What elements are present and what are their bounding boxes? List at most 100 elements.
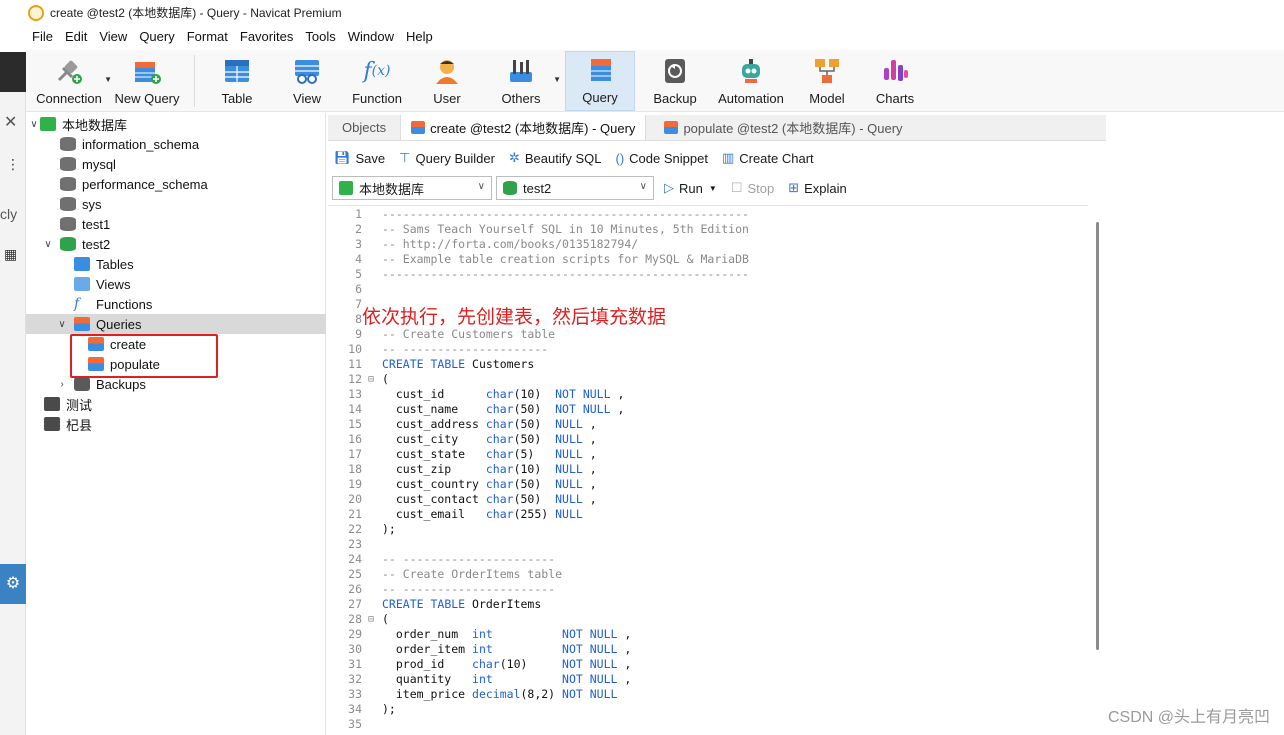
stop-button[interactable]: ☐ Stop bbox=[731, 180, 774, 196]
tree-connection-test[interactable]: 测试 bbox=[26, 394, 326, 414]
query-button[interactable]: Query bbox=[565, 51, 635, 111]
tree-db-test1[interactable]: test1 bbox=[26, 214, 326, 234]
close-icon[interactable]: ✕ bbox=[4, 112, 17, 132]
code-text: -- --------------------- bbox=[382, 342, 549, 356]
chevron-down-icon[interactable]: ▼ bbox=[709, 184, 717, 193]
tab-populate-query[interactable]: populate @test2 (本地数据库) - Query bbox=[654, 115, 912, 140]
database-icon bbox=[60, 177, 76, 191]
editor-scrollbar[interactable] bbox=[1096, 222, 1099, 650]
connection-select-value: 本地数据库 bbox=[359, 181, 425, 197]
tree-db-performance-schema[interactable]: performance_schema bbox=[26, 174, 326, 194]
user-button[interactable]: User bbox=[419, 51, 475, 111]
line-number: 24 bbox=[348, 552, 362, 566]
tree-db-information-schema[interactable]: information_schema bbox=[26, 134, 326, 154]
tree-label: information_schema bbox=[82, 136, 200, 152]
charts-button[interactable]: Charts bbox=[867, 51, 923, 111]
backup-label: Backup bbox=[653, 91, 697, 106]
view-icon bbox=[292, 56, 322, 86]
tree-query-create[interactable]: create bbox=[26, 334, 326, 354]
code-text: ----------------------------------------… bbox=[382, 267, 749, 281]
automation-button[interactable]: Automation bbox=[713, 51, 789, 111]
table-button[interactable]: Table bbox=[209, 51, 265, 111]
tree-views[interactable]: Views bbox=[26, 274, 326, 294]
line-number: 35 bbox=[348, 717, 362, 731]
sql-editor[interactable]: 依次执行，先创建表，然后填充数据 1 ----------------------… bbox=[328, 205, 1088, 735]
code-text: cust_country char(50) NULL , bbox=[382, 477, 597, 491]
menu-query[interactable]: Query bbox=[133, 27, 180, 47]
explain-label: Explain bbox=[804, 180, 847, 196]
chevron-down-icon[interactable]: ∨ bbox=[42, 239, 54, 250]
tree-connection-qixian[interactable]: 杞县 bbox=[26, 414, 326, 434]
line-number: 6 bbox=[355, 282, 362, 296]
tree-tables[interactable]: Tables bbox=[26, 254, 326, 274]
gear-icon[interactable]: ⚙ bbox=[0, 564, 26, 604]
menu-window[interactable]: Window bbox=[342, 27, 400, 47]
line-number: 20 bbox=[348, 492, 362, 506]
chevron-down-icon[interactable]: ∨ bbox=[28, 119, 40, 130]
query-builder-button[interactable]: ⊤ Query Builder bbox=[399, 150, 495, 166]
navicat-logo-icon bbox=[28, 4, 44, 21]
line-number: 3 bbox=[355, 237, 362, 251]
new-query-button[interactable]: New Query bbox=[114, 51, 180, 111]
chevron-down-icon[interactable]: ∨ bbox=[56, 319, 68, 330]
view-button[interactable]: View bbox=[279, 51, 335, 111]
run-label: Run bbox=[679, 180, 703, 196]
create-chart-button[interactable]: ▥ Create Chart bbox=[722, 150, 814, 166]
database-select[interactable]: test2 ∨ bbox=[496, 176, 654, 200]
menu-format[interactable]: Format bbox=[181, 27, 234, 47]
menu-favorites[interactable]: Favorites bbox=[234, 27, 299, 47]
tree-db-test2[interactable]: ∨ test2 bbox=[26, 234, 326, 254]
tree-backups[interactable]: › Backups bbox=[26, 374, 326, 394]
save-button[interactable]: 💾︎ Save bbox=[334, 150, 385, 166]
tree-queries[interactable]: ∨ Queries bbox=[26, 314, 326, 334]
run-button[interactable]: ▷ Run ▼ bbox=[664, 180, 717, 196]
code-snippet-button[interactable]: () Code Snippet bbox=[615, 151, 707, 166]
fold-marker-icon[interactable]: ⊟ bbox=[368, 372, 378, 387]
beautify-sql-button[interactable]: ✲ Beautify SQL bbox=[509, 150, 602, 166]
save-icon: 💾︎ bbox=[334, 150, 351, 165]
menu-edit[interactable]: Edit bbox=[59, 27, 93, 47]
tab-create-query[interactable]: create @test2 (本地数据库) - Query bbox=[400, 115, 647, 140]
tree-functions[interactable]: f Functions bbox=[26, 294, 326, 314]
connection-select[interactable]: 本地数据库 ∨ bbox=[332, 176, 492, 200]
new-query-label: New Query bbox=[114, 91, 180, 106]
fold-marker-icon[interactable]: ⊟ bbox=[368, 612, 378, 627]
chevron-right-icon[interactable]: › bbox=[56, 379, 68, 390]
code-text: -- Create OrderItems table bbox=[382, 567, 563, 581]
chevron-down-icon[interactable]: ▼ bbox=[104, 75, 112, 84]
chevron-down-icon[interactable]: ▼ bbox=[553, 75, 561, 84]
tree-db-mysql[interactable]: mysql bbox=[26, 154, 326, 174]
user-label: User bbox=[433, 91, 461, 106]
info-pane bbox=[1106, 113, 1284, 735]
menu-file[interactable]: File bbox=[26, 27, 59, 47]
code-text: cust_address char(50) NULL , bbox=[382, 417, 597, 431]
editor-toolbar: 💾︎ Save ⊤ Query Builder ✲ Beautify SQL (… bbox=[328, 145, 822, 171]
menu-bar: File Edit View Query Format Favorites To… bbox=[26, 26, 439, 48]
tree-connection-local[interactable]: ∨ 本地数据库 bbox=[26, 114, 326, 134]
menu-help[interactable]: Help bbox=[400, 27, 439, 47]
code-text: ( bbox=[382, 372, 389, 386]
beautify-icon: ✲ bbox=[508, 150, 520, 165]
stop-icon: ☐ bbox=[730, 180, 743, 195]
menu-view[interactable]: View bbox=[93, 27, 133, 47]
menu-tools[interactable]: Tools bbox=[299, 27, 341, 47]
grid-icon[interactable]: ▦ bbox=[4, 246, 17, 263]
explain-button[interactable]: ⊞ Explain bbox=[788, 180, 847, 196]
query-icon bbox=[411, 121, 426, 134]
tab-objects[interactable]: Objects bbox=[328, 115, 400, 140]
strip-header bbox=[0, 52, 26, 92]
view-icon bbox=[74, 277, 90, 291]
title-bar: create @test2 (本地数据库) - Query - Navicat … bbox=[0, 0, 1284, 25]
others-button[interactable]: Others ▼ bbox=[491, 51, 561, 111]
function-button[interactable]: f (x) Function bbox=[347, 51, 407, 111]
model-button[interactable]: Model bbox=[797, 51, 857, 111]
tree-db-sys[interactable]: sys bbox=[26, 194, 326, 214]
line-number: 16 bbox=[348, 432, 362, 446]
tree-query-populate[interactable]: populate bbox=[26, 354, 326, 374]
more-icon[interactable]: ⋮ bbox=[6, 156, 20, 173]
backup-button[interactable]: Backup bbox=[645, 51, 705, 111]
connection-icon bbox=[40, 117, 56, 131]
connection-button[interactable]: Connection ▼ bbox=[36, 51, 112, 111]
tree-label: Views bbox=[96, 276, 131, 292]
query-icon bbox=[585, 55, 615, 85]
